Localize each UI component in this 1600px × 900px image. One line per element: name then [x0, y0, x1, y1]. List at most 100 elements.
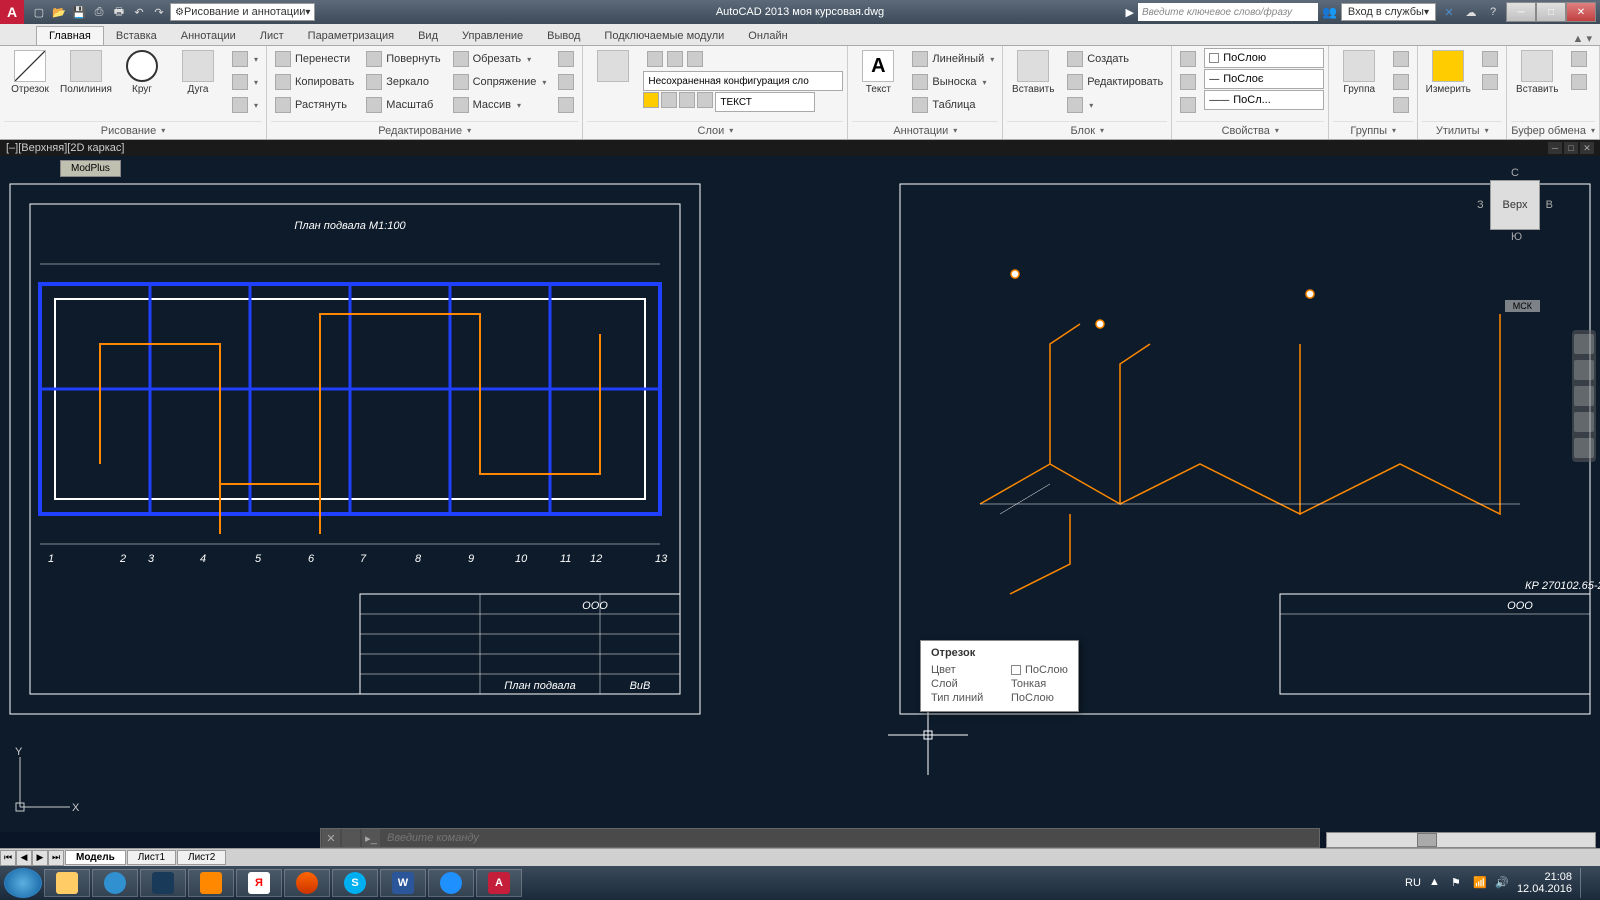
rotate-button[interactable]: Повернуть	[362, 48, 444, 70]
draw-extra3[interactable]: ▾	[228, 94, 262, 116]
tab-online[interactable]: Онлайн	[736, 27, 799, 45]
command-input[interactable]	[381, 832, 1319, 844]
qat-plot-icon[interactable]: 🖶	[110, 3, 128, 21]
viewport-label[interactable]: [–][Верхняя][2D каркас]	[6, 142, 124, 154]
group-select-button[interactable]	[1389, 94, 1413, 116]
orbit-icon[interactable]	[1574, 412, 1594, 432]
showmotion-icon[interactable]	[1574, 438, 1594, 458]
edit-x1[interactable]	[554, 48, 578, 70]
task-ps[interactable]	[140, 869, 186, 897]
match-props-button[interactable]	[1176, 48, 1200, 70]
circle-button[interactable]: Круг	[116, 48, 168, 97]
line-button[interactable]: Отрезок	[4, 48, 56, 97]
task-firefox[interactable]	[284, 869, 330, 897]
tab-layout[interactable]: Лист	[248, 27, 296, 45]
edit-x3[interactable]	[554, 94, 578, 116]
modplus-tab[interactable]: ModPlus	[60, 160, 121, 177]
lw-button[interactable]	[1176, 94, 1200, 116]
color-swatch-icon[interactable]	[697, 92, 713, 108]
pan-icon[interactable]	[1574, 360, 1594, 380]
task-skype[interactable]: S	[332, 869, 378, 897]
task-word[interactable]: W	[380, 869, 426, 897]
tab-view[interactable]: Вид	[406, 27, 450, 45]
tray-network-icon[interactable]: 📶	[1473, 876, 1487, 890]
arc-button[interactable]: Дуга	[172, 48, 224, 97]
qat-redo-icon[interactable]: ↷	[150, 3, 168, 21]
qat-open-icon[interactable]: 📂	[50, 3, 68, 21]
task-ie[interactable]	[428, 869, 474, 897]
tray-action-icon[interactable]: ⚑	[1451, 876, 1465, 890]
command-line[interactable]: ✕ ▸_	[320, 828, 1320, 848]
lang-indicator[interactable]: RU	[1405, 877, 1421, 889]
insert-block-button[interactable]: Вставить	[1007, 48, 1059, 97]
drawing-canvas[interactable]: План подвала М1:100 123 456 789 10111213…	[0, 156, 1600, 832]
tab-model[interactable]: Модель	[65, 850, 126, 865]
task-media[interactable]	[92, 869, 138, 897]
exchange-icon[interactable]: ✕	[1440, 3, 1458, 21]
tab-insert[interactable]: Вставка	[104, 27, 169, 45]
tab-first-icon[interactable]: ⏮	[0, 850, 16, 866]
edit-block-button[interactable]: Редактировать	[1063, 71, 1167, 93]
panel-draw-title[interactable]: Рисование▾	[4, 121, 262, 139]
lineweight-combo[interactable]: — ПоСлоє	[1204, 69, 1324, 89]
panel-edit-title[interactable]: Редактирование▾	[271, 121, 578, 139]
draw-extra1[interactable]: ▾	[228, 48, 262, 70]
task-autocad[interactable]: A	[476, 869, 522, 897]
panel-clip-title[interactable]: Буфер обмена▾	[1511, 121, 1595, 139]
vp-max-icon[interactable]: □	[1564, 142, 1578, 154]
search-input[interactable]: Введите ключевое слово/фразу	[1138, 3, 1318, 21]
tray-flag-icon[interactable]: ▲	[1429, 876, 1443, 890]
tab-plugins[interactable]: Подключаемые модули	[592, 27, 736, 45]
steering-wheel-icon[interactable]	[1574, 334, 1594, 354]
task-explorer[interactable]	[44, 869, 90, 897]
paste-button[interactable]: Вставить	[1511, 48, 1563, 97]
tab-home[interactable]: Главная	[36, 26, 104, 45]
maximize-button[interactable]: □	[1536, 2, 1566, 22]
vp-close-icon[interactable]: ✕	[1580, 142, 1594, 154]
sun-icon[interactable]	[661, 92, 677, 108]
help-icon[interactable]: ?	[1484, 3, 1502, 21]
draw-extra2[interactable]: ▾	[228, 71, 262, 93]
color-combo[interactable]: ПоСлою	[1204, 48, 1324, 68]
tab-layout1[interactable]: Лист1	[127, 850, 176, 865]
current-layer-combo[interactable]: ТЕКСТ	[715, 92, 815, 112]
panel-groups-title[interactable]: Группы▾	[1333, 121, 1413, 139]
system-clock[interactable]: 21:08 12.04.2016	[1517, 871, 1572, 895]
table-button[interactable]: Таблица	[908, 94, 998, 116]
copy-button[interactable]: Копировать	[271, 71, 358, 93]
cmd-config-icon[interactable]	[342, 829, 360, 847]
scale-button[interactable]: Масштаб	[362, 94, 444, 116]
tab-layout2[interactable]: Лист2	[177, 850, 226, 865]
tab-last-icon[interactable]: ⏭	[48, 850, 64, 866]
workspace-combo[interactable]: ⚙ Рисование и аннотации ▾	[170, 3, 315, 21]
close-button[interactable]: ✕	[1566, 2, 1596, 22]
qat-undo-icon[interactable]: ↶	[130, 3, 148, 21]
lock-icon[interactable]	[679, 92, 695, 108]
cut-button[interactable]	[1567, 48, 1591, 70]
qat-new-icon[interactable]: ▢	[30, 3, 48, 21]
wcs-label[interactable]: МСК	[1505, 300, 1540, 312]
group-edit-button[interactable]	[1389, 71, 1413, 93]
linetype-combo[interactable]: —— ПоСл...	[1204, 90, 1324, 110]
util1[interactable]	[1478, 48, 1502, 70]
tab-manage[interactable]: Управление	[450, 27, 535, 45]
group-button[interactable]: Группа	[1333, 48, 1385, 97]
qat-save-icon[interactable]: 💾	[70, 3, 88, 21]
polyline-button[interactable]: Полилиния	[60, 48, 112, 97]
copy-clip-button[interactable]	[1567, 71, 1591, 93]
viewcube[interactable]: Верх С Ю В З	[1490, 180, 1540, 230]
cmd-recent-icon[interactable]: ▸_	[362, 829, 380, 847]
qat-saveas-icon[interactable]: ⎙	[90, 3, 108, 21]
task-video[interactable]	[188, 869, 234, 897]
show-desktop-button[interactable]	[1580, 868, 1588, 898]
vp-min-icon[interactable]: ─	[1548, 142, 1562, 154]
move-button[interactable]: Перенести	[271, 48, 358, 70]
ucs-icon[interactable]: XY	[10, 747, 80, 820]
task-yandex[interactable]: Я	[236, 869, 282, 897]
bulb-icon[interactable]	[643, 92, 659, 108]
mirror-button[interactable]: Зеркало	[362, 71, 444, 93]
cmd-close-icon[interactable]: ✕	[322, 829, 340, 847]
tab-parametric[interactable]: Параметризация	[296, 27, 406, 45]
panel-annot-title[interactable]: Аннотации▾	[852, 121, 998, 139]
minimize-button[interactable]: ─	[1506, 2, 1536, 22]
